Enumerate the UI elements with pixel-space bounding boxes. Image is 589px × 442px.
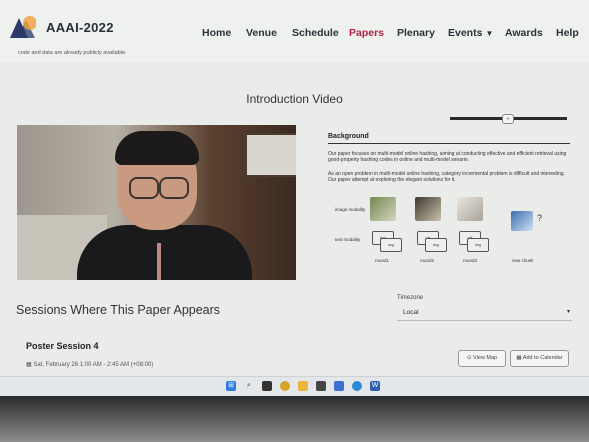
slider-handle-icon[interactable]: ‹› bbox=[502, 114, 514, 124]
video-zipper bbox=[157, 243, 161, 280]
slide-paragraph-2: As an open problem in multi-model online… bbox=[328, 171, 565, 183]
poster-session-title: Poster Session 4 bbox=[26, 341, 99, 351]
nav-plenary[interactable]: Plenary bbox=[397, 27, 435, 39]
nav-venue[interactable]: Venue bbox=[246, 27, 277, 39]
nav-home[interactable]: Home bbox=[202, 27, 231, 39]
poster-session-time-text: Sat, February 26 1:00 AM - 2:45 AM (+08:… bbox=[33, 362, 154, 368]
new-chunk-image-thumb bbox=[511, 211, 533, 231]
nav-awards[interactable]: Awards bbox=[505, 27, 543, 39]
slide-heading: Background bbox=[328, 133, 369, 140]
question-mark-icon: ? bbox=[537, 213, 543, 223]
video-presenter-body bbox=[77, 225, 252, 280]
round3-label: round3 bbox=[463, 258, 478, 263]
chevron-down-icon: ▾ bbox=[566, 309, 570, 315]
poster-session-time: ▦ Sat, February 26 1:00 AM - 2:45 AM (+0… bbox=[26, 361, 153, 368]
presentation-slide: Background Our paper focuses on multi-mo… bbox=[325, 125, 570, 280]
nav-events[interactable]: Events ▼ bbox=[448, 27, 493, 39]
app-icon[interactable] bbox=[316, 381, 326, 391]
word-icon[interactable]: W bbox=[370, 381, 380, 391]
round2-text-card-2: dog bbox=[425, 238, 447, 252]
video-presenter-hair bbox=[115, 131, 199, 165]
abstract-tail-text: code and data are already publicly avail… bbox=[18, 50, 127, 56]
round3-text-card-2: dog bbox=[467, 238, 489, 252]
nav-events-label: Events bbox=[448, 27, 483, 39]
video-section-title: Introduction Video bbox=[246, 92, 343, 106]
round2-image-thumb bbox=[415, 197, 441, 221]
view-map-button[interactable]: ⊙ View Map bbox=[458, 350, 506, 367]
timezone-value: Local bbox=[403, 309, 419, 316]
monitor-bezel bbox=[0, 396, 589, 442]
round2-label: round2 bbox=[420, 258, 435, 263]
brand-title[interactable]: AAAI-2022 bbox=[46, 20, 114, 35]
glasses-left-icon bbox=[129, 177, 159, 199]
chrome-icon[interactable] bbox=[280, 381, 290, 391]
nav-schedule[interactable]: Schedule bbox=[292, 27, 339, 39]
nav-help[interactable]: Help bbox=[556, 27, 579, 39]
round3-image-thumb bbox=[457, 197, 483, 221]
add-to-calendar-button[interactable]: ▦ Add to Calendar bbox=[510, 350, 569, 367]
intro-video-player[interactable] bbox=[17, 125, 296, 280]
browser-viewport: AAAI-2022 Home Venue Schedule Papers Ple… bbox=[0, 0, 589, 396]
timezone-select[interactable]: Local ▾ bbox=[397, 306, 572, 321]
nav-papers[interactable]: Papers bbox=[349, 27, 384, 39]
file-explorer-icon[interactable] bbox=[298, 381, 308, 391]
start-menu-icon[interactable]: ⊞ bbox=[226, 381, 236, 391]
view-map-label: View Map bbox=[473, 355, 498, 361]
timezone-label: Timezone bbox=[397, 295, 424, 301]
search-icon[interactable]: ⌕ bbox=[244, 381, 254, 391]
sessions-heading: Sessions Where This Paper Appears bbox=[16, 303, 221, 317]
round1-image-thumb bbox=[370, 197, 396, 221]
chevron-down-icon: ▼ bbox=[485, 29, 494, 38]
browser-icon[interactable] bbox=[352, 381, 362, 391]
text-modality-label: text modality bbox=[335, 237, 361, 242]
slide-paragraph-1: Our paper focuses on multi-model online … bbox=[328, 151, 567, 163]
glasses-right-icon bbox=[159, 177, 189, 199]
round1-text-card-2: dog bbox=[380, 238, 402, 252]
image-modality-label: image modality bbox=[335, 207, 366, 212]
video-wall-picture bbox=[245, 133, 296, 177]
round1-label: round1 bbox=[375, 258, 390, 263]
add-calendar-label: Add to Calendar bbox=[522, 355, 563, 361]
os-taskbar: ⊞ ⌕ W bbox=[0, 376, 589, 396]
slide-heading-rule bbox=[328, 143, 570, 144]
task-view-icon[interactable] bbox=[262, 381, 272, 391]
aaai-logo-icon bbox=[10, 16, 36, 38]
app-icon-2[interactable] bbox=[334, 381, 344, 391]
new-chunk-label: new chunk bbox=[512, 258, 534, 263]
